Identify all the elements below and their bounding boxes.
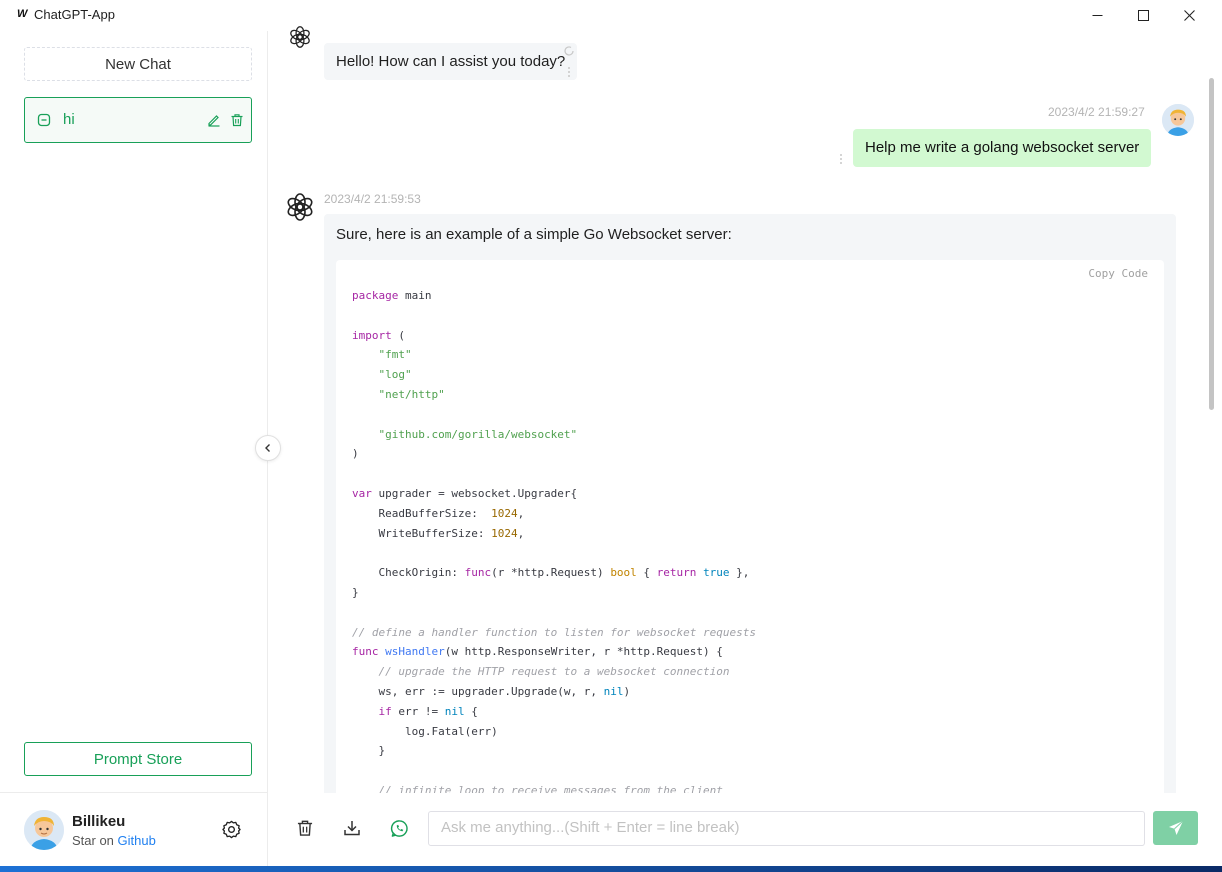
input-bar [268,793,1222,866]
sidebar: New Chat hi Prompt Store Billikeu Star o… [0,31,268,866]
user-avatar [24,810,64,850]
minimize-icon [1092,15,1102,16]
collapse-sidebar-button[interactable] [255,435,281,461]
title-bar: W ChatGPT-App [0,0,1222,32]
chat-list-item[interactable]: hi [24,97,252,143]
chatgpt-logo-icon [290,26,310,48]
maximize-button[interactable] [1120,0,1166,31]
trash-icon[interactable] [296,819,314,837]
more-vertical-icon[interactable] [839,153,843,165]
trash-icon[interactable] [230,113,244,127]
assistant-message-bubble: Hello! How can I assist you today? [324,43,578,80]
message-timestamp: 2023/4/2 21:59:53 [324,192,421,206]
download-icon[interactable] [343,819,361,837]
chatgpt-logo-icon [287,193,313,221]
window-title: ChatGPT-App [34,7,115,22]
app-logo: W [17,8,28,20]
minimize-button[interactable] [1074,0,1120,31]
message-input[interactable] [429,812,1143,843]
refresh-icon[interactable] [563,45,575,57]
github-link[interactable]: Github [118,833,156,848]
code-block: Copy Code package main import ( "fmt" "l… [336,260,1164,820]
star-text: Star on Github [72,833,156,848]
user-panel: Billikeu Star on Github [0,792,267,866]
whatsapp-icon[interactable] [390,819,409,838]
assistant-message-text: Sure, here is an example of a simple Go … [336,226,732,243]
close-icon [1183,10,1195,21]
copy-code-button[interactable]: Copy Code [1088,267,1148,280]
settings-icon[interactable] [222,820,241,839]
chat-title: hi [63,111,75,128]
send-icon [1168,820,1183,835]
user-message-bubble: Help me write a golang websocket server [853,129,1152,167]
star-prefix: Star on [72,833,114,848]
close-button[interactable] [1166,0,1212,31]
app-window: W ChatGPT-App New Chat hi Prompt Store B… [0,0,1222,866]
edit-icon[interactable] [207,113,221,127]
user-name: Billikeu [72,813,126,830]
maximize-icon [1137,10,1149,21]
message-timestamp: 2023/4/2 21:59:27 [1048,105,1145,119]
prompt-store-button[interactable]: Prompt Store [24,742,252,776]
new-chat-button[interactable]: New Chat [24,47,252,81]
chat-icon [37,113,51,127]
message-input-box [428,811,1145,846]
user-message-avatar [1162,104,1194,136]
chat-scrollbar[interactable] [1209,78,1214,410]
chevron-left-icon [265,444,270,452]
more-vertical-icon[interactable] [567,66,571,78]
code-content: package main import ( "fmt" "log" "net/h… [352,289,756,797]
send-button[interactable] [1153,811,1198,845]
